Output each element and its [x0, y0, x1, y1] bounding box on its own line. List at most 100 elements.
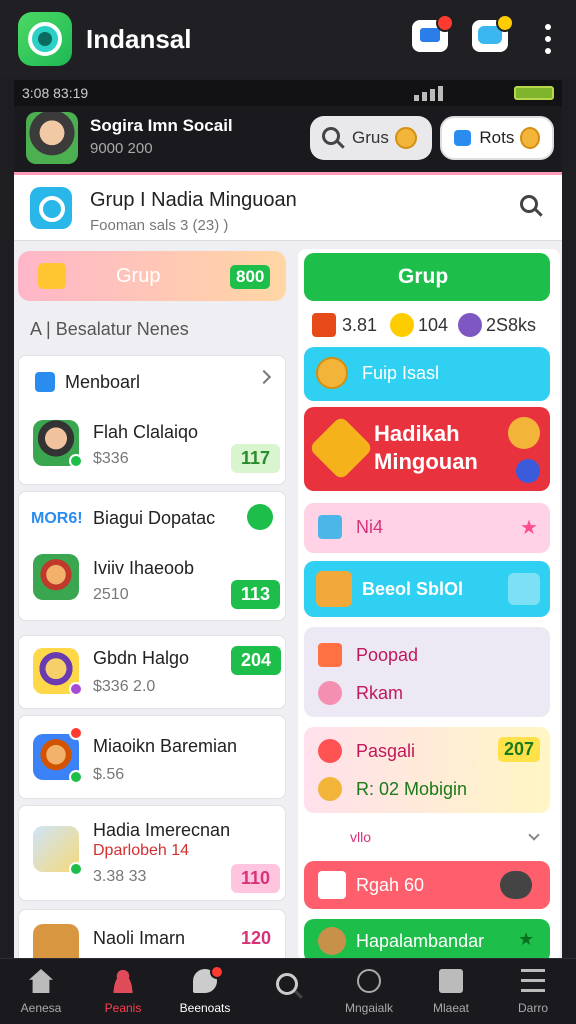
left-column: Grup 800 A | Besalatur Nenes Menboarl Fl… [18, 249, 290, 958]
lavender-card[interactable]: Poopad Rkam [304, 627, 550, 717]
card-title: Hadia Imerecnan [93, 820, 231, 840]
fuip-label: Fuip Isasl [362, 363, 440, 383]
card-sub: $.56 [93, 766, 125, 783]
search-icon [322, 127, 344, 149]
grup-tab-label: Grup [116, 265, 161, 287]
nav-files[interactable]: Mlaeat [410, 959, 492, 1024]
group-icon [30, 187, 72, 229]
hapalambandar-button[interactable]: Hapalambandar ★ [304, 919, 550, 958]
card-title: Miaoikn Baremian [93, 736, 238, 756]
right-column: Grup 3.81 104 2S8ks Fuip Isasl Hadikah M… [298, 249, 560, 958]
bottom-navigation: Aenesa Peanis Beenoats Mngaialk Mlaeat D… [0, 958, 576, 1024]
nav-chats[interactable]: Beenoats [164, 959, 246, 1024]
nav-profile[interactable]: Peanis [82, 959, 164, 1024]
avatar[interactable] [26, 112, 78, 164]
section-label: A | Besalatur Nenes [30, 319, 189, 339]
app-title: Indansal [86, 24, 192, 54]
card-sub: 3.38 33 [93, 868, 147, 885]
list-item[interactable]: Hadia Imerecnan Dparlobeh 14 3.38 33 110 [18, 805, 286, 901]
chevron-right-icon[interactable] [256, 369, 272, 385]
yellow-count: 207 [498, 737, 541, 762]
nav-menu[interactable]: Darro [492, 959, 574, 1024]
messages-icon[interactable] [412, 14, 454, 52]
pink-row[interactable]: Ni4 ★ [304, 503, 550, 553]
toggle-icon[interactable] [500, 871, 532, 899]
fuip-button[interactable]: Fuip Isasl [304, 347, 550, 401]
rots-button[interactable]: Rots [440, 116, 554, 160]
menu-icon [521, 969, 545, 993]
beeol-button[interactable]: Beeol SblOl [304, 561, 550, 617]
pink-row-label: Ni4 [356, 517, 384, 537]
count-badge: 110 [231, 864, 281, 893]
count-badge: 117 [231, 444, 281, 473]
list-item[interactable]: Menboarl Flah Clalaiqo $336 117 [18, 355, 286, 485]
app-logo-icon[interactable] [18, 12, 72, 66]
search-icon[interactable] [520, 195, 538, 218]
gift-icon [38, 263, 66, 289]
yellow-card[interactable]: Pasgali 207 R: 02 Mobigin [304, 727, 550, 813]
nav-label: Mlaeat [432, 1001, 470, 1015]
more-options-icon[interactable] [540, 24, 556, 54]
card-title: Menboarl [65, 372, 141, 392]
coin-icon [508, 417, 540, 449]
nav-search[interactable] [246, 959, 328, 1024]
card-title: Gbdn Halgo [93, 648, 190, 668]
group-subtitle: Fooman sals 3 (23) ) [90, 217, 229, 234]
box-icon [318, 871, 346, 899]
profile-name: Sogira Imn Socail [90, 116, 233, 135]
list-item[interactable]: Naoli Imarn 120 [18, 909, 286, 958]
coin-icon [394, 127, 417, 149]
plus-icon[interactable] [508, 573, 540, 605]
coin-icon [520, 127, 540, 149]
card-title: Biagui Dopatac [93, 508, 216, 528]
chevron-down-icon[interactable] [528, 829, 540, 841]
lavender-title: Poopad [356, 645, 419, 665]
count-badge: 120 [241, 928, 272, 948]
p-badge-icon[interactable] [247, 504, 273, 530]
grup-tab[interactable]: Grup 800 [18, 251, 286, 301]
nav-explore[interactable]: Mngaialk [328, 959, 410, 1024]
divider-text: vllo [350, 829, 372, 845]
nav-home[interactable]: Aenesa [0, 959, 82, 1024]
rgah-pill[interactable]: Rgah 60 [304, 861, 550, 909]
status-dot [69, 682, 83, 696]
rots-label: Rots [479, 128, 515, 147]
promo-subtitle: Mingouan [374, 449, 478, 474]
list-item[interactable]: Gbdn Halgo $336 2.0 204 [18, 635, 286, 709]
nav-label: Darro [517, 1001, 548, 1015]
checkbox-icon[interactable] [35, 372, 55, 392]
bag-icon [33, 924, 79, 958]
lavender-sub: Rkam [356, 683, 404, 703]
profile-subtitle: 9000 200 [90, 140, 153, 157]
badge-icon [516, 459, 540, 483]
chat-icon[interactable] [472, 14, 514, 52]
nav-label: Beenoats [179, 1001, 231, 1015]
star-icon: ★ [518, 929, 535, 949]
profile-header: Sogira Imn Socail 9000 200 Grus Rots [14, 106, 562, 172]
notification-badge [210, 965, 224, 979]
list-item[interactable]: Miaoikn Baremian $.56 [18, 715, 286, 799]
card-sub: $336 2.0 [93, 678, 156, 695]
grup-button[interactable]: Grup [304, 253, 550, 301]
list-item[interactable]: MOR6! Biagui Dopatac Iviiv Ihaeoob 2510 … [18, 491, 286, 621]
star-burst-icon [308, 415, 374, 481]
home-icon [29, 969, 53, 993]
square-icon [454, 130, 472, 146]
online-dot [69, 862, 83, 876]
battery-icon [514, 86, 554, 100]
coin-icon [316, 357, 348, 389]
online-dot [69, 770, 83, 784]
grup-button-label: Grup [398, 265, 449, 288]
grus-label: Grus [352, 128, 389, 147]
nav-label: Peanis [104, 1001, 142, 1015]
card-tag: MOR6! [31, 510, 83, 527]
stat-value: 2S8ks [486, 315, 537, 335]
card-title: Naoli Imarn [93, 928, 186, 948]
beeol-label: Beeol SblOl [362, 579, 464, 599]
signal-icon [414, 85, 484, 101]
card-title: Flah Clalaiqo [93, 422, 199, 442]
grus-search-button[interactable]: Grus [310, 116, 432, 160]
stat-value: 3.81 [342, 315, 378, 335]
promo-card[interactable]: Hadikah Mingouan [304, 407, 550, 491]
count-badge: 113 [231, 580, 281, 609]
